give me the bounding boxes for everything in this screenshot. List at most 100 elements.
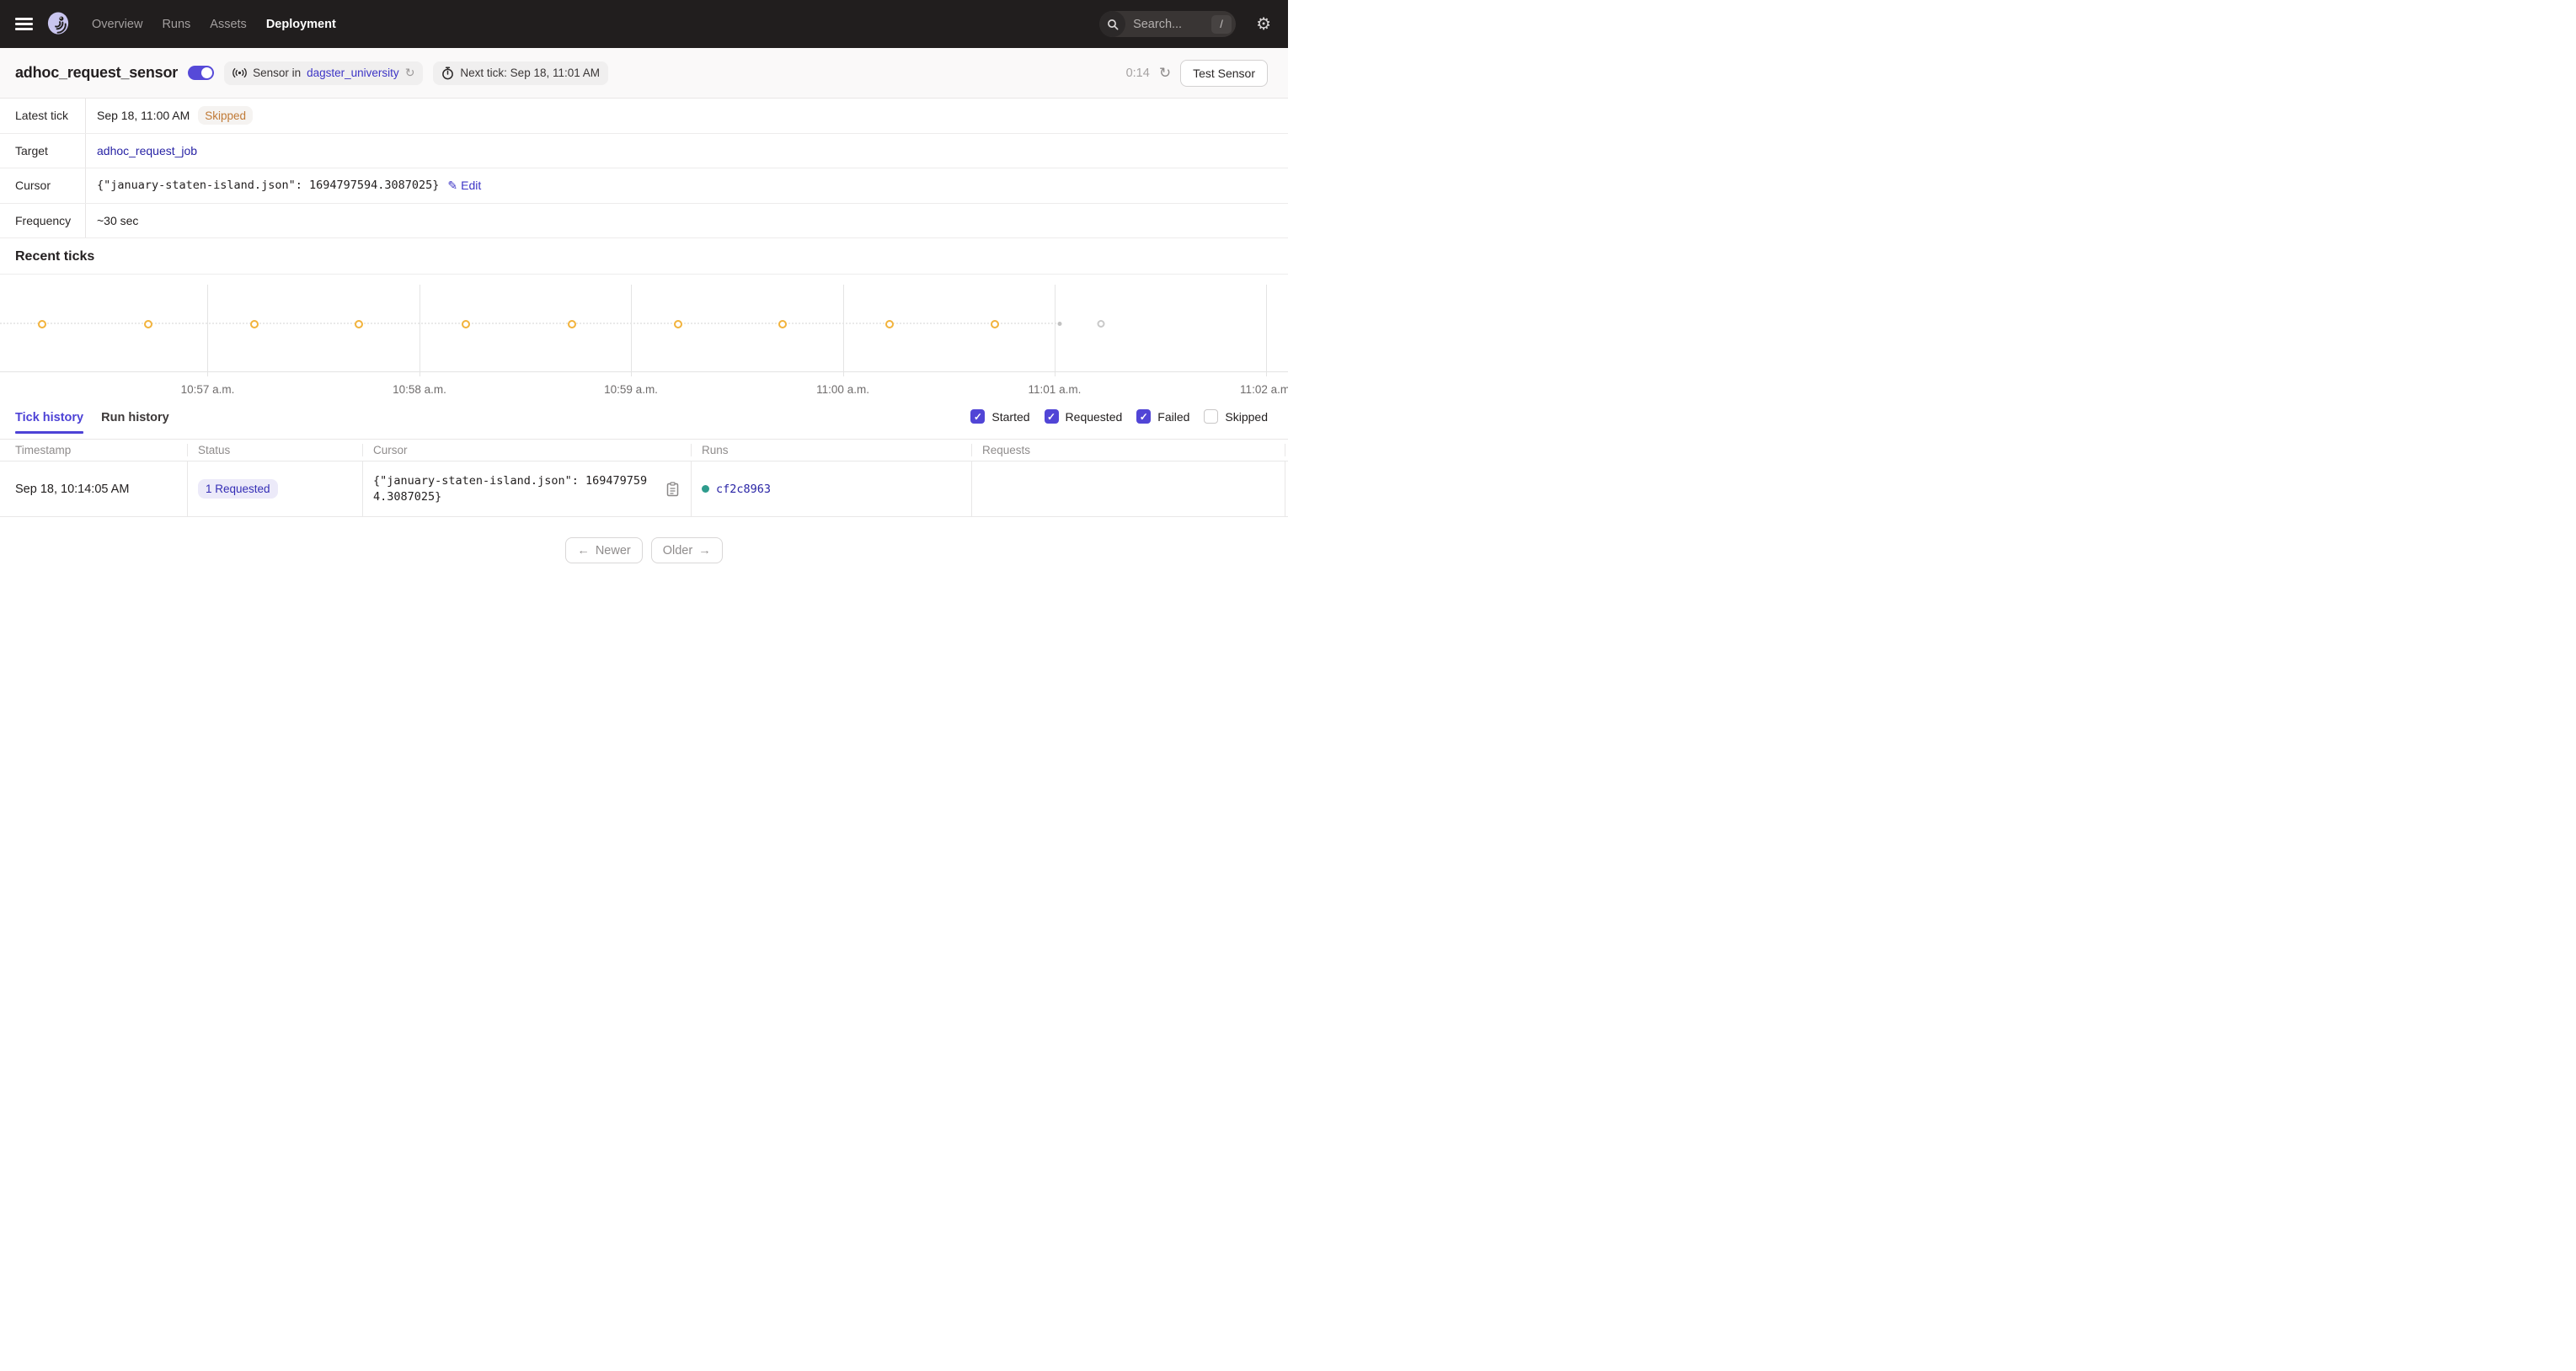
search-shortcut-key: /: [1211, 15, 1232, 34]
filter-label: Requested: [1066, 410, 1123, 424]
column-header-requests: Requests: [971, 444, 1285, 456]
timeline-axis-label: 11:00 a.m.: [816, 383, 869, 394]
next-tick-chip: Next tick: Sep 18, 11:01 AM: [433, 61, 608, 85]
sensor-details: Latest tick Sep 18, 11:00 AM Skipped Tar…: [0, 99, 1288, 238]
page-title: adhoc_request_sensor: [15, 64, 178, 82]
edit-cursor-link[interactable]: ✎ Edit: [447, 179, 481, 193]
next-tick-marker: [1098, 320, 1105, 328]
checked-checkbox-icon[interactable]: ✓: [1045, 409, 1059, 424]
tick-marker-skipped[interactable]: [991, 320, 999, 328]
filter-failed[interactable]: ✓ Failed: [1136, 409, 1189, 424]
tick-status-badge[interactable]: 1 Requested: [198, 479, 278, 499]
code-location-link[interactable]: dagster_university: [307, 67, 399, 79]
sensor-location-chip: Sensor in dagster_university ↻: [224, 61, 423, 85]
tick-marker-skipped[interactable]: [355, 320, 363, 328]
sensor-header: adhoc_request_sensor Sensor in dagster_u…: [0, 48, 1288, 99]
test-sensor-button[interactable]: Test Sensor: [1180, 60, 1268, 87]
tick-marker-skipped[interactable]: [38, 320, 46, 328]
tab-tick-history[interactable]: Tick history: [15, 404, 83, 434]
copy-icon[interactable]: [666, 482, 679, 497]
nav-links: Overview Runs Assets Deployment: [92, 18, 336, 31]
timeline-axis: [0, 371, 1288, 372]
older-button[interactable]: Older →: [651, 537, 723, 563]
timeline-axis-label: 10:59 a.m.: [604, 383, 658, 394]
arrow-right-icon: →: [698, 544, 711, 557]
gear-icon[interactable]: ⚙: [1256, 16, 1271, 33]
search-input[interactable]: [1133, 18, 1200, 31]
timeline-gridline: [207, 285, 208, 376]
detail-label: Target: [0, 134, 86, 168]
run-status-dot: [702, 485, 709, 493]
cursor-value: {"january-staten-island.json": 169479759…: [97, 179, 439, 192]
nav-item-overview[interactable]: Overview: [92, 18, 142, 31]
tick-timestamp: Sep 18, 10:14:05 AM: [0, 461, 187, 516]
filter-skipped[interactable]: Skipped: [1204, 409, 1268, 424]
tick-marker-skipped[interactable]: [250, 320, 259, 328]
detail-row-target: Target adhoc_request_job: [0, 134, 1288, 169]
nav-item-deployment[interactable]: Deployment: [266, 18, 336, 31]
unchecked-checkbox-icon[interactable]: [1204, 409, 1218, 424]
timeline-axis-label: 11:01 a.m.: [1029, 383, 1082, 394]
status-badge: Skipped: [198, 106, 253, 125]
column-header-cursor: Cursor: [362, 444, 691, 456]
tick-marker-skipped[interactable]: [778, 320, 787, 328]
history-tabs: Tick history Run history: [15, 404, 169, 434]
timeline-axis-label: 10:57 a.m.: [181, 383, 235, 394]
table-header-row: Timestamp Status Cursor Runs Requests: [0, 440, 1288, 461]
tick-cursor-value: {"january-staten-island.json": 169479759…: [373, 473, 651, 505]
arrow-left-icon: ←: [577, 544, 590, 557]
dagster-logo-icon[interactable]: [45, 11, 72, 37]
pencil-icon: ✎: [447, 179, 457, 193]
reload-location-icon[interactable]: ↻: [405, 66, 415, 80]
tab-run-history[interactable]: Run history: [101, 404, 169, 434]
timeline-gridline: [631, 285, 632, 376]
sensor-icon: [232, 67, 247, 78]
detail-label: Latest tick: [0, 99, 86, 133]
filter-label: Started: [991, 410, 1029, 424]
nav-item-runs[interactable]: Runs: [162, 18, 190, 31]
timeline-now-marker: [1058, 322, 1062, 326]
filter-started[interactable]: ✓ Started: [970, 409, 1029, 424]
detail-label: Cursor: [0, 168, 86, 203]
recent-ticks-timeline: 10:57 a.m. 10:58 a.m. 10:59 a.m. 11:00 a.m.…: [0, 274, 1288, 394]
detail-row-latest-tick: Latest tick Sep 18, 11:00 AM Skipped: [0, 99, 1288, 134]
checked-checkbox-icon[interactable]: ✓: [1136, 409, 1151, 424]
column-header-timestamp: Timestamp: [0, 444, 187, 456]
detail-row-frequency: Frequency ~30 sec: [0, 204, 1288, 239]
menu-icon[interactable]: [15, 18, 33, 30]
recent-ticks-title: Recent ticks: [0, 238, 1288, 268]
frequency-value: ~30 sec: [97, 214, 138, 227]
tick-marker-skipped[interactable]: [462, 320, 470, 328]
next-tick-text: Next tick: Sep 18, 11:01 AM: [460, 67, 600, 79]
history-bar: Tick history Run history ✓ Started ✓ Reques…: [0, 394, 1288, 434]
top-nav: Overview Runs Assets Deployment / ⚙: [0, 0, 1288, 48]
filter-label: Failed: [1157, 410, 1189, 424]
tick-marker-skipped[interactable]: [144, 320, 152, 328]
detail-row-cursor: Cursor {"january-staten-island.json": 16…: [0, 168, 1288, 204]
timeline-gridline: [1055, 285, 1056, 376]
status-filters: ✓ Started ✓ Requested ✓ Failed Skipped: [970, 409, 1268, 434]
checked-checkbox-icon[interactable]: ✓: [970, 409, 985, 424]
search-bar[interactable]: /: [1099, 11, 1236, 37]
tick-marker-skipped[interactable]: [674, 320, 682, 328]
timeline-axis-label: 10:58 a.m.: [393, 383, 446, 394]
column-header-status: Status: [187, 444, 362, 456]
sensor-chip-text: Sensor in: [253, 67, 301, 79]
run-id-link[interactable]: cf2c8963: [716, 483, 771, 496]
nav-item-assets[interactable]: Assets: [210, 18, 247, 31]
refresh-countdown: 0:14: [1126, 67, 1150, 80]
sensor-page: Overview Runs Assets Deployment / ⚙ adho…: [0, 0, 1288, 686]
target-job-link[interactable]: adhoc_request_job: [97, 144, 197, 157]
column-header-runs: Runs: [691, 444, 971, 456]
tick-marker-skipped[interactable]: [568, 320, 576, 328]
tick-marker-skipped[interactable]: [885, 320, 894, 328]
timeline-axis-label: 11:02 a.m.: [1240, 383, 1288, 394]
filter-label: Skipped: [1225, 410, 1268, 424]
latest-tick-time: Sep 18, 11:00 AM: [97, 109, 190, 122]
filter-requested[interactable]: ✓ Requested: [1045, 409, 1123, 424]
refresh-icon[interactable]: ↻: [1159, 66, 1171, 80]
newer-button[interactable]: ← Newer: [565, 537, 642, 563]
pagination: ← Newer Older →: [0, 537, 1288, 563]
sensor-on-toggle[interactable]: [188, 66, 214, 80]
search-icon: [1099, 11, 1125, 37]
